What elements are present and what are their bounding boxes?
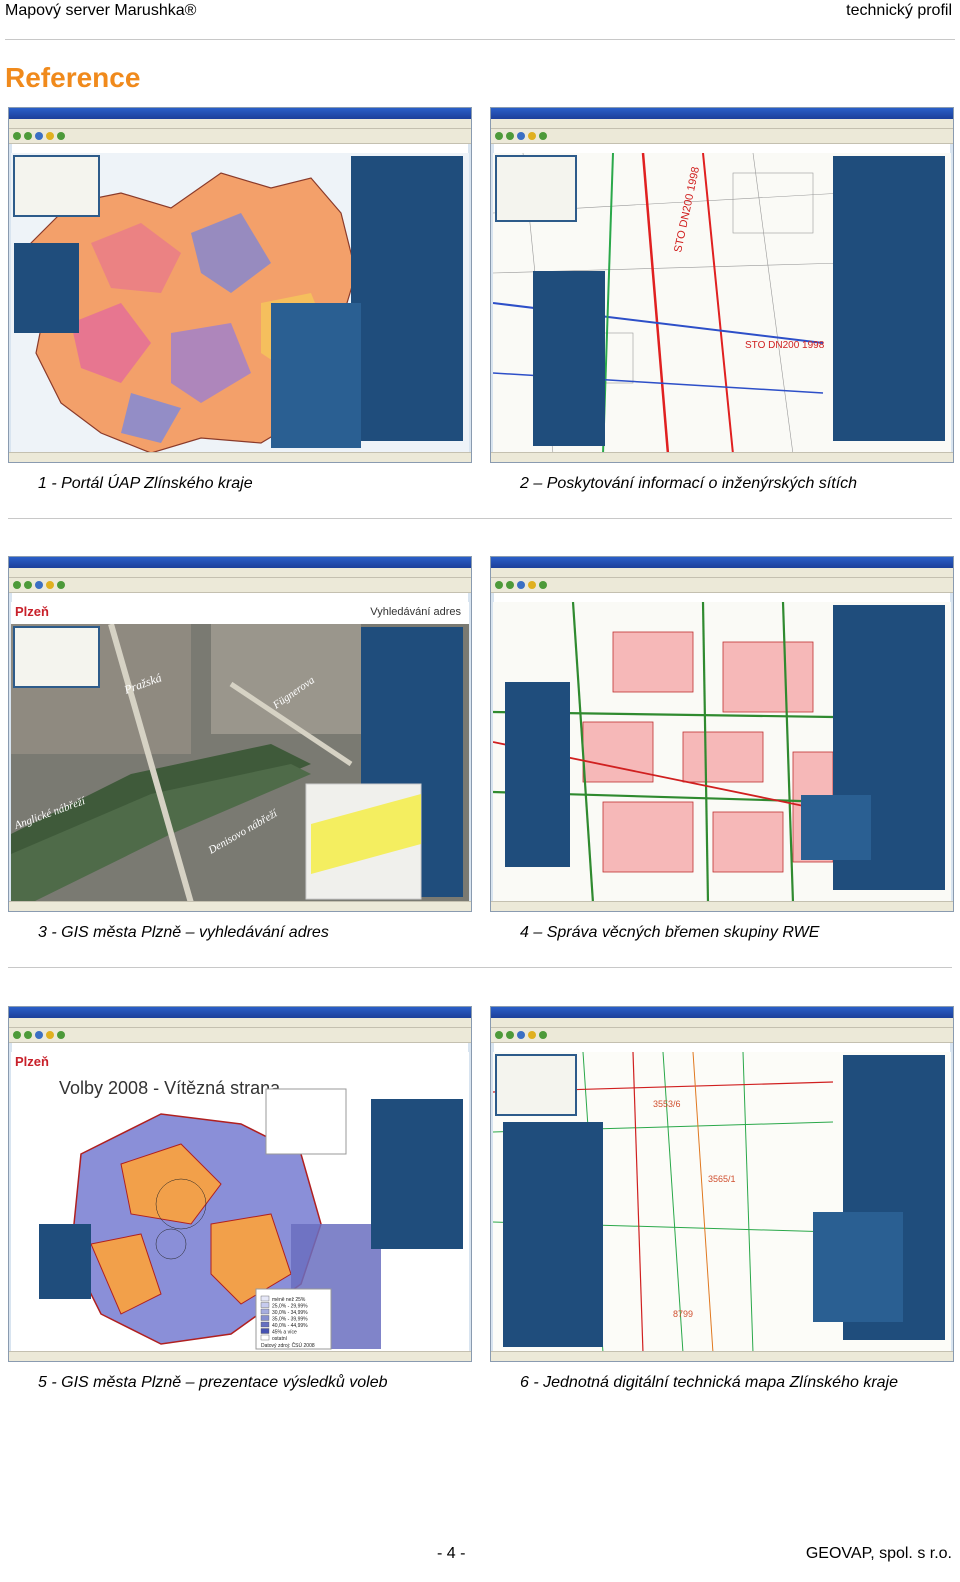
screenshot-4-easements-rwe — [490, 556, 954, 912]
legend-swatch — [260, 1328, 270, 1334]
legend-source: Datový zdroj: ČSÚ 2008 — [261, 1342, 315, 1349]
election-map: Volby 2008 - Vítězná strana méně než 25%… — [11, 1074, 469, 1351]
screenshot-2-utility-networks: STO DN200 1998 STO DN200 1998 — [490, 107, 954, 463]
map-utility-networks: STO DN200 1998 STO DN200 1998 — [493, 153, 951, 452]
legend-label: 40,0% - 44,99% — [272, 1323, 308, 1329]
caption-5: 5 - GIS města Plzně – prezentace výsledk… — [38, 1374, 388, 1391]
caption-3: 3 - GIS města Plzně – vyhledávání adres — [38, 924, 329, 941]
app-heading: Vyhledávání adres — [370, 606, 461, 618]
section-divider — [8, 967, 952, 968]
screenshot-5-election-results: Plzeň Volby 2008 - Vítězná strana méně n… — [8, 1006, 472, 1362]
aerial-map-plzen: Pražská Fügnerova Anglické nábřeží Denis… — [11, 624, 469, 901]
legend-swatch — [260, 1321, 270, 1328]
caption-6: 6 - Jednotná digitální technická mapa Zl… — [520, 1374, 898, 1391]
page-number: - 4 - — [437, 1545, 466, 1562]
legend-swatch — [260, 1295, 270, 1302]
legend-label: 45% a více — [272, 1330, 297, 1336]
caption-2: 2 – Poskytování informací o inženýrských… — [520, 475, 858, 492]
map-title: Volby 2008 - Vítězná strana — [59, 1078, 281, 1098]
caption-4: 4 – Správa věcných břemen skupiny RWE — [520, 924, 820, 941]
header-document-type: technický profil — [846, 2, 952, 19]
parcel-label-3: 8799 — [673, 1309, 693, 1319]
map-label-sto-2: STO DN200 1998 — [745, 340, 825, 351]
technical-map: 3553/6 3565/1 8799 — [493, 1052, 951, 1351]
footer-company: GEOVAP, spol. s r.o. — [805, 1545, 952, 1562]
legend-label: 25,0% - 29,99% — [272, 1304, 308, 1310]
screenshot-6-technical-map: 3553/6 3565/1 8799 — [490, 1006, 954, 1362]
legend-label: méně než 25% — [272, 1297, 306, 1303]
parcel-label-2: 3565/1 — [708, 1174, 736, 1184]
legend-swatch — [260, 1334, 270, 1341]
header-divider — [5, 39, 955, 40]
map-easements — [493, 602, 951, 901]
screenshot-1-uap-portal — [8, 107, 472, 463]
legend-label: ostatní — [272, 1336, 288, 1342]
app-logo: Plzeň — [15, 604, 49, 619]
app-logo: Plzeň — [15, 1054, 49, 1069]
legend-label: 35,0% - 39,99% — [272, 1317, 308, 1323]
section-divider — [8, 518, 952, 519]
parcel-label-1: 3553/6 — [653, 1099, 681, 1109]
legend-swatch — [260, 1315, 270, 1321]
screenshot-3-address-search: Plzeň Vyhledávání adres Pražská Fügnerov… — [8, 556, 472, 912]
legend-swatch — [260, 1302, 270, 1308]
legend-swatch — [260, 1308, 270, 1315]
header-product-name: Mapový server Marushka® — [5, 2, 197, 19]
map-uap-zlin — [11, 153, 469, 452]
caption-1: 1 - Portál ÚAP Zlínského kraje — [38, 475, 253, 492]
page-title: Reference — [5, 62, 141, 93]
legend-label: 30,0% - 34,99% — [272, 1310, 308, 1316]
